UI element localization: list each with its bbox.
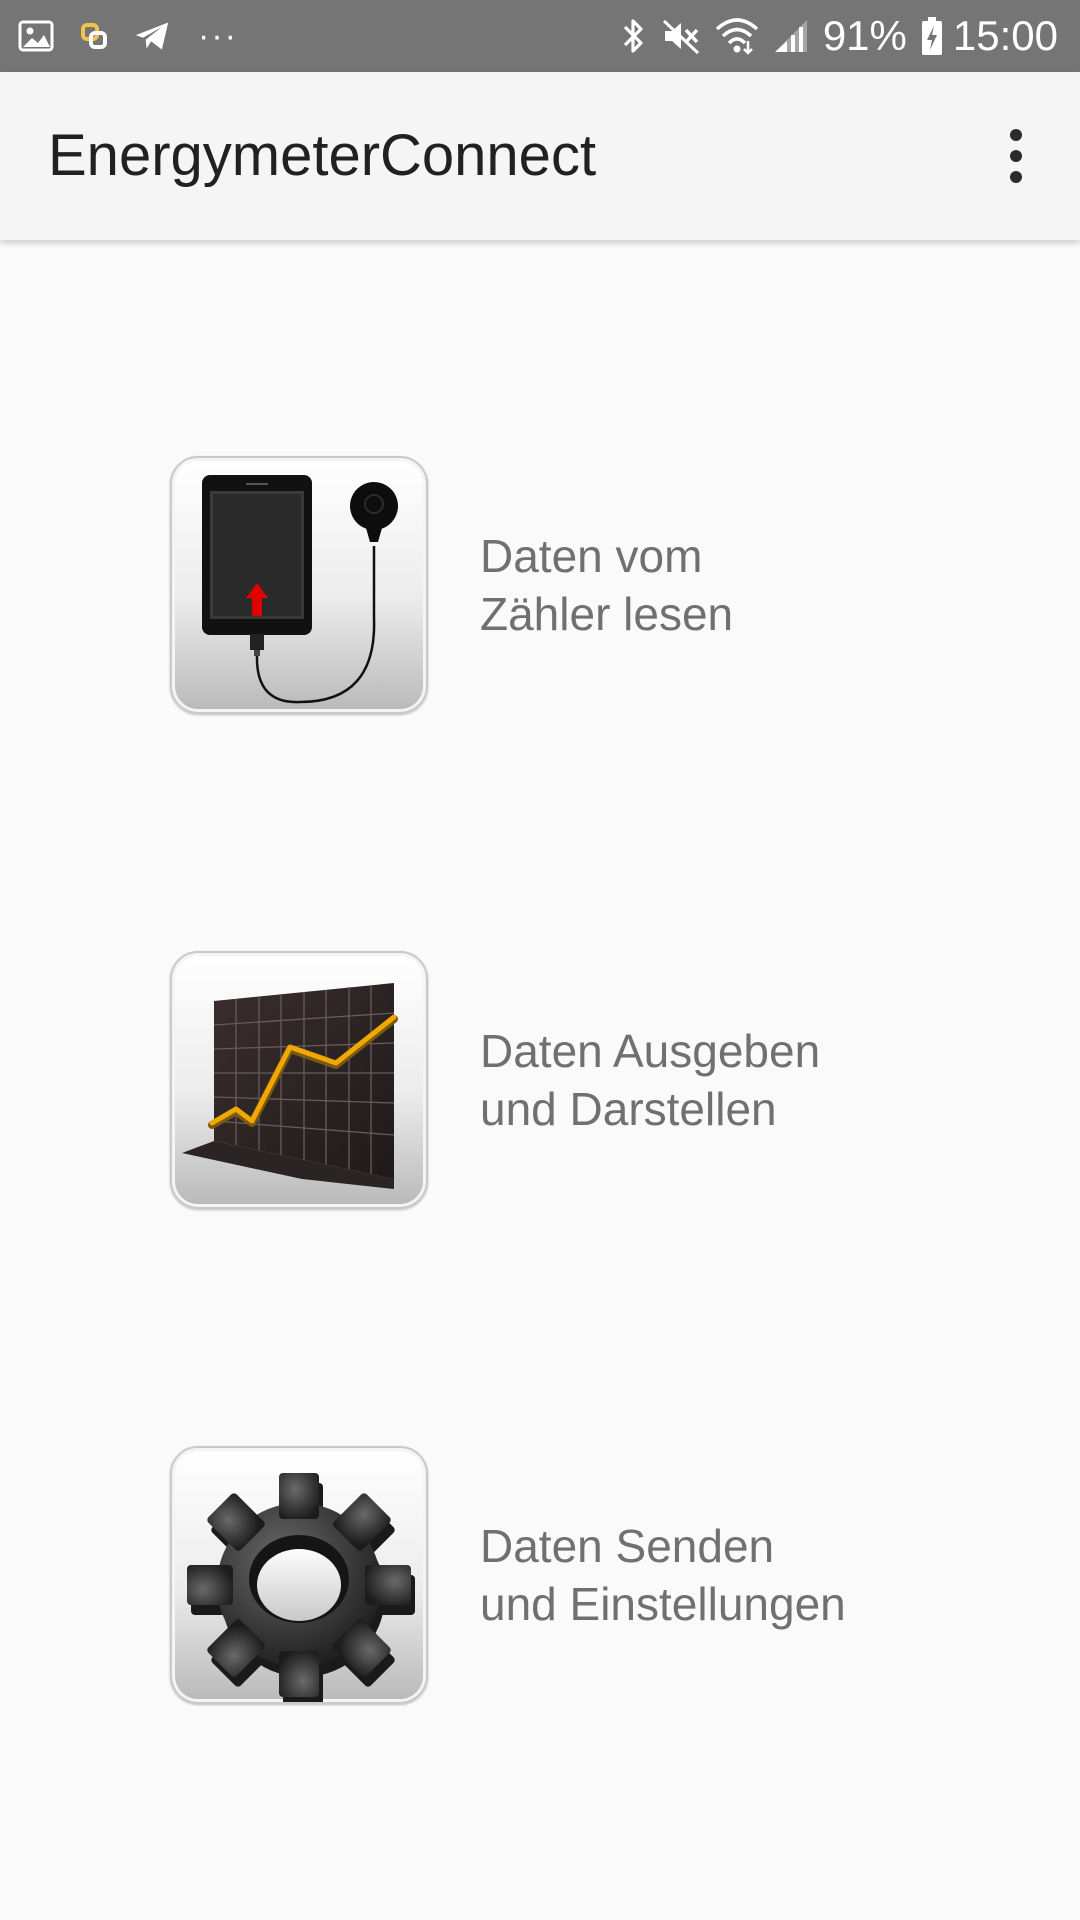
menu-item-read-meter[interactable]: Daten vom Zähler lesen xyxy=(170,455,970,715)
gallery-icon xyxy=(18,18,54,54)
battery-charging-icon xyxy=(921,16,943,56)
app-notification-icon xyxy=(76,18,112,54)
menu-item-send-settings[interactable]: Daten Senden und Einstellungen xyxy=(170,1445,970,1705)
menu-item-label: Daten Senden und Einstellungen xyxy=(480,1520,846,1630)
tablet-meter-connect-icon[interactable] xyxy=(170,456,428,714)
status-right-icons: 91% 15:00 xyxy=(607,0,1058,72)
status-left-icons: ··· xyxy=(18,0,238,72)
more-notifications-indicator: ··· xyxy=(198,17,238,55)
app-toolbar: EnergymeterConnect xyxy=(0,72,1080,240)
mute-icon xyxy=(661,16,701,56)
line-chart-icon[interactable] xyxy=(170,951,428,1209)
app-title: EnergymeterConnect xyxy=(48,123,597,188)
more-vert-icon[interactable] xyxy=(988,124,1044,188)
menu-dot xyxy=(1010,171,1022,183)
menu-item-label: Daten vom Zähler lesen xyxy=(480,530,734,640)
status-bar: ··· 91% 15:00 xyxy=(0,0,1080,72)
gear-icon[interactable] xyxy=(170,1446,428,1704)
battery-percentage: 91% xyxy=(822,12,907,59)
menu-dot xyxy=(1010,150,1022,162)
menu-dot xyxy=(1010,129,1022,141)
signal-icon xyxy=(773,16,809,56)
telegram-icon xyxy=(134,18,170,54)
bluetooth-icon xyxy=(621,16,647,56)
clock: 15:00 xyxy=(952,12,1058,59)
menu-item-label: Daten Ausgeben und Darstellen xyxy=(480,1025,821,1135)
wifi-icon xyxy=(715,16,759,56)
menu-item-show-data[interactable]: Daten Ausgeben und Darstellen xyxy=(170,950,970,1210)
